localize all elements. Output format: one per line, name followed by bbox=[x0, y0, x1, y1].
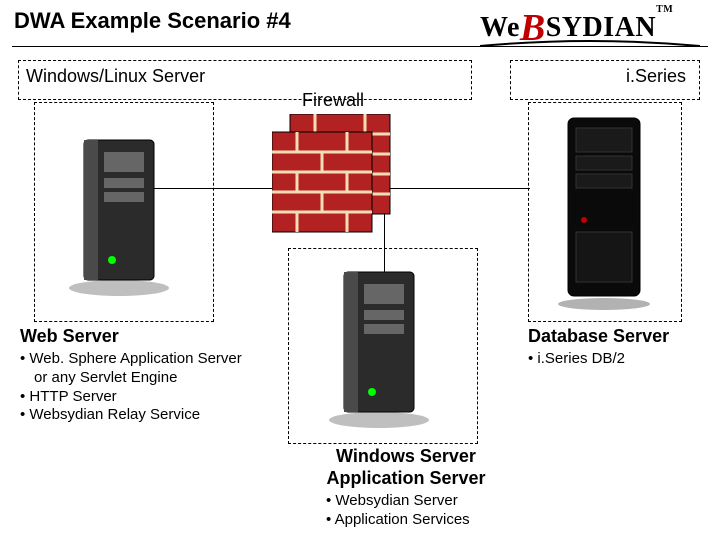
logo-text: WeBSYDIANTM bbox=[480, 12, 673, 43]
header: DWA Example Scenario #4 WeBSYDIANTM bbox=[0, 0, 720, 50]
list-item: or any Servlet Engine bbox=[20, 369, 330, 388]
app-server-caption: Application Server bbox=[306, 468, 506, 489]
list-item: i.Series DB/2 bbox=[528, 350, 625, 369]
app-server-bullets: Websydian Server Application Services bbox=[326, 492, 470, 530]
db-server-caption: Database Server bbox=[528, 326, 669, 347]
diagram-canvas: Windows/Linux Server i.Series Firewall bbox=[0, 48, 720, 538]
list-item: HTTP Server bbox=[20, 388, 330, 407]
header-divider bbox=[12, 46, 708, 47]
tower-server-icon bbox=[324, 262, 444, 437]
group-winlinux-label: Windows/Linux Server bbox=[26, 66, 205, 87]
firewall-icon bbox=[272, 114, 402, 239]
list-item: Websydian Server bbox=[326, 492, 470, 511]
web-server-bullets: Web. Sphere Application Server or any Se… bbox=[20, 350, 330, 425]
db-server-bullets: i.Series DB/2 bbox=[528, 350, 625, 369]
app-server-caption-top: Windows Server bbox=[306, 446, 506, 467]
list-item: Websydian Relay Service bbox=[20, 406, 330, 425]
websydian-logo: WeBSYDIANTM bbox=[480, 2, 710, 46]
group-iseries-label: i.Series bbox=[626, 66, 686, 87]
firewall-label: Firewall bbox=[302, 90, 364, 111]
black-server-icon bbox=[554, 112, 664, 317]
list-item: Application Services bbox=[326, 511, 470, 530]
tower-server-icon bbox=[64, 130, 184, 305]
list-item: Web. Sphere Application Server bbox=[20, 350, 330, 369]
web-server-caption: Web Server bbox=[20, 326, 119, 347]
slide-title: DWA Example Scenario #4 bbox=[14, 8, 291, 34]
